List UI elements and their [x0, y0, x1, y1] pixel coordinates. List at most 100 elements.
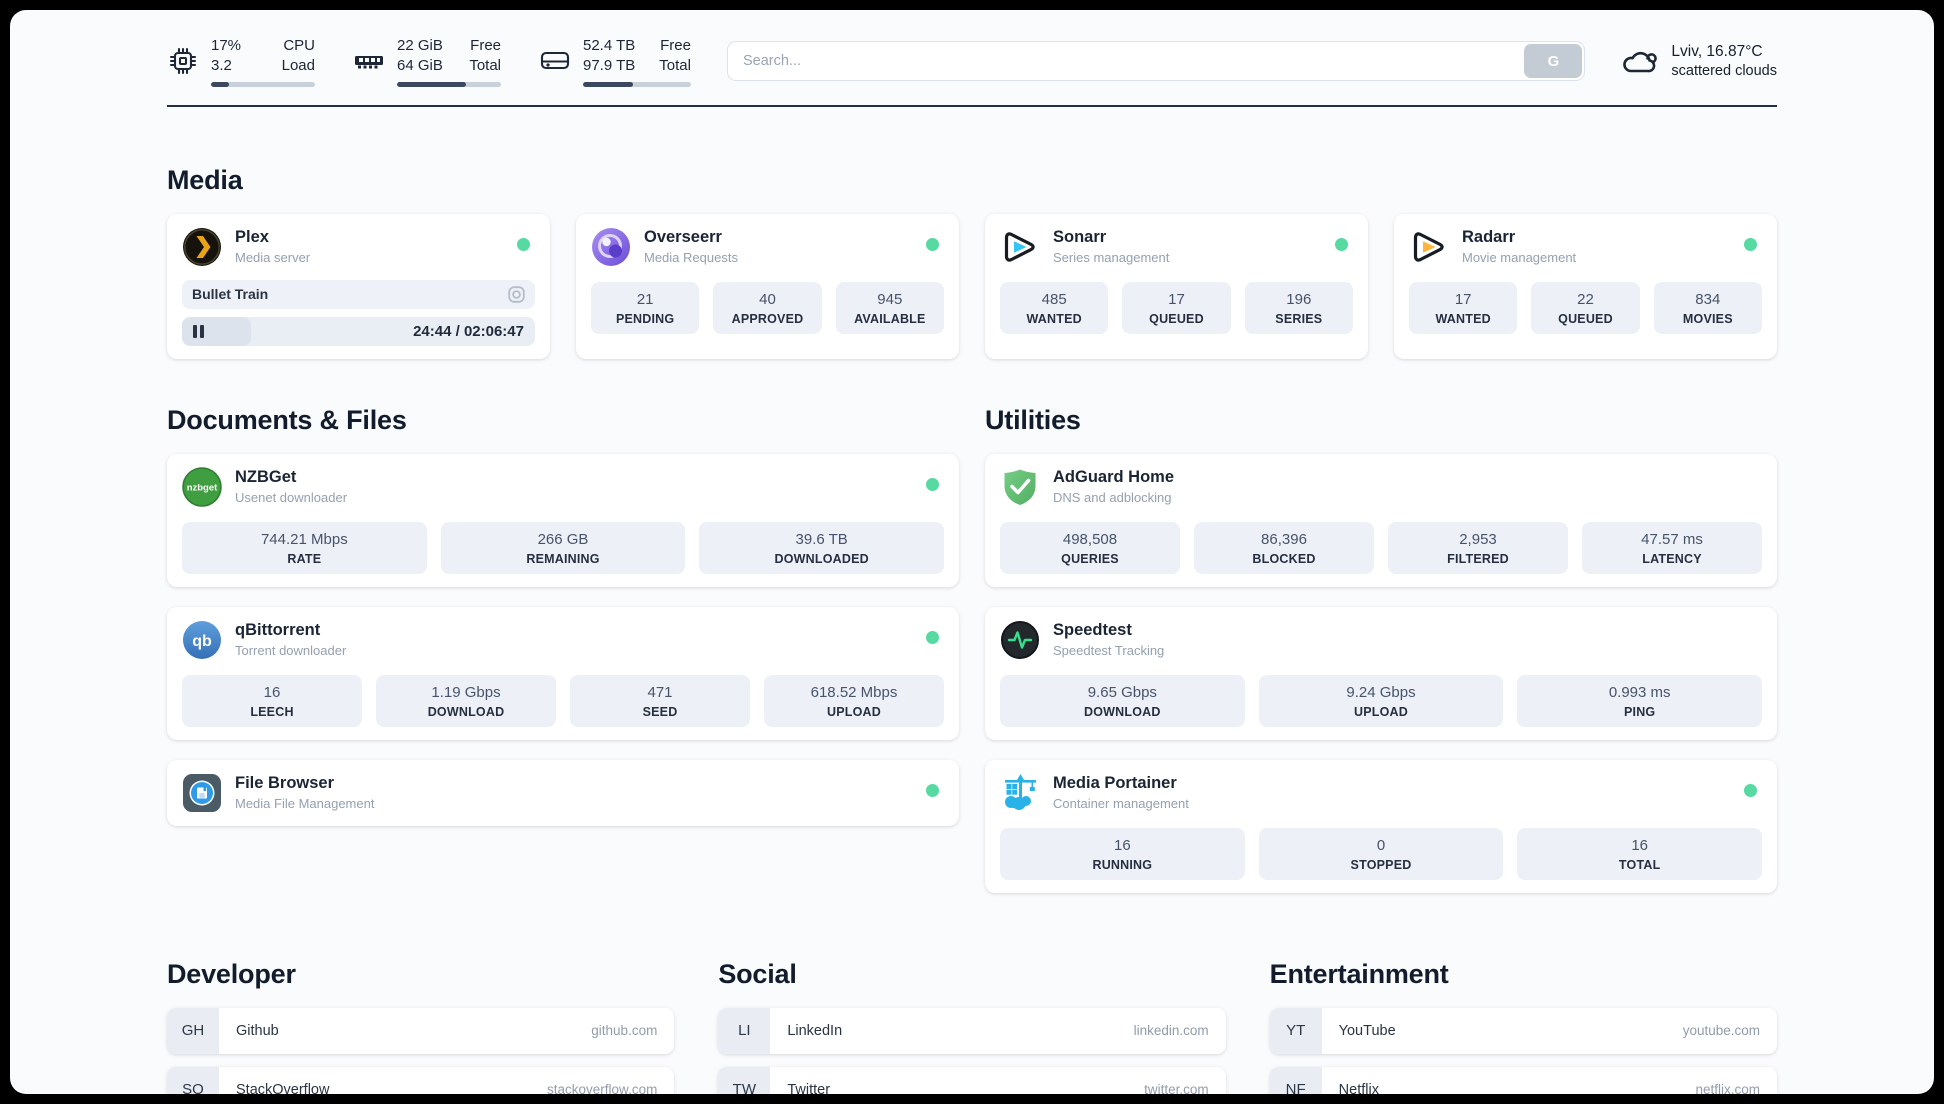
bookmark-link[interactable]: YT YouTube youtube.com [1269, 1007, 1777, 1054]
system-widget-icon [540, 52, 570, 70]
stat-label: WANTED [1026, 311, 1082, 326]
stat-box: 498,508 QUERIES [1000, 521, 1180, 574]
stat-box: 471 SEED [570, 674, 750, 727]
bookmark-link[interactable]: LI LinkedIn linkedin.com [718, 1007, 1226, 1054]
app-card-radarr[interactable]: Radarr Movie management 17 WANTED 22 QUE… [1394, 213, 1777, 359]
stat-box: 39.6 TB DOWNLOADED [699, 521, 945, 574]
widget-progress-track [583, 81, 691, 87]
app-card-portainer[interactable]: Media Portainer Container management 16 … [985, 759, 1777, 893]
app-card-speedtest[interactable]: Speedtest Speedtest Tracking 9.65 Gbps D… [985, 606, 1777, 740]
radarr-icon [1413, 231, 1444, 262]
search-engine-button[interactable]: G [1524, 44, 1583, 79]
stat-value: 0.993 ms [1608, 683, 1671, 701]
status-dot [1335, 237, 1348, 251]
widget-value-2: 64 GiB [397, 56, 443, 74]
app-card-adguard[interactable]: AdGuard Home DNS and adblocking 498,508 … [985, 453, 1777, 587]
app-card-plex[interactable]: Plex Media server Bullet Train 24:44 / 0… [167, 213, 550, 359]
stat-value: 16 [1113, 836, 1131, 854]
widget-label-2: Total [469, 56, 501, 74]
status-dot [1744, 783, 1757, 797]
pause-icon[interactable] [193, 324, 204, 338]
bookmark-abbr: NF [1269, 1066, 1322, 1094]
app-card-overseerr[interactable]: Overseerr Media Requests 21 PENDING 40 A… [576, 213, 959, 359]
app-card-qbittorrent[interactable]: qb qBittorrent Torrent downloader 16 LEE… [167, 606, 959, 740]
stat-box: 834 MOVIES [1653, 281, 1762, 334]
header-divider [167, 104, 1777, 107]
bookmark-group-entertainment: Entertainment YT YouTube youtube.com NF … [1269, 959, 1777, 1094]
widget-value-2: 97.9 TB [583, 56, 636, 74]
weather-condition: scattered clouds [1671, 63, 1777, 80]
stat-label: FILTERED [1447, 551, 1509, 566]
app-subtitle: Media server [235, 249, 311, 265]
bookmark-name: Netflix [1338, 1081, 1379, 1094]
stat-value: 9.24 Gbps [1346, 683, 1416, 701]
bookmark-link[interactable]: GH Github github.com [167, 1007, 675, 1054]
app-card-nzbget[interactable]: nzbget NZBGet Usenet downloader 744.21 M… [167, 453, 959, 587]
stat-label: SEED [642, 704, 678, 719]
widget-progress-track [211, 81, 315, 87]
search-input[interactable] [726, 41, 1586, 82]
bookmark-abbr: YT [1269, 1007, 1322, 1054]
stat-value: 39.6 TB [795, 530, 848, 548]
stat-box: 0 STOPPED [1258, 827, 1504, 880]
stat-box: 9.24 Gbps UPLOAD [1258, 674, 1504, 727]
stat-box: 744.21 Mbps RATE [182, 521, 427, 574]
stat-value: 21 [636, 290, 654, 308]
stat-box: 16 LEECH [182, 674, 362, 727]
status-dot [926, 477, 939, 491]
widget-label-2: Total [659, 56, 691, 74]
widget-label-1: CPU [283, 37, 315, 54]
stat-value: 471 [647, 683, 673, 701]
stat-label: SERIES [1275, 311, 1323, 326]
bookmark-link[interactable]: NF Netflix netflix.com [1269, 1066, 1777, 1094]
stat-box: 86,396 BLOCKED [1194, 521, 1374, 574]
stat-label: RUNNING [1092, 857, 1153, 872]
system-widget-disk: 52.4 TB 97.9 TB Free Total [539, 36, 691, 87]
stat-box: 47.57 ms LATENCY [1582, 521, 1762, 574]
bookmark-link[interactable]: SO StackOverflow stackoverflow.com [167, 1066, 675, 1094]
stat-value: 40 [759, 290, 776, 308]
bookmark-name: LinkedIn [787, 1022, 843, 1039]
app-title: qBittorrent [235, 620, 321, 639]
svg-text:nzbget: nzbget [187, 482, 218, 493]
stat-value: 266 GB [537, 530, 589, 548]
stat-value: 9.65 Gbps [1087, 683, 1157, 701]
stat-box: 17 QUEUED [1122, 281, 1231, 334]
stat-box: 1.19 Gbps DOWNLOAD [376, 674, 556, 727]
app-title: Overseerr [644, 227, 722, 246]
session-icon[interactable] [508, 285, 525, 303]
section-media: Media Plex Media server Bullet Train 24:… [167, 165, 1777, 359]
sonarr-icon [1004, 231, 1035, 262]
stat-label: BLOCKED [1252, 551, 1316, 566]
widget-value-1: 52.4 TB [583, 37, 636, 54]
adguard-icon [1004, 469, 1036, 505]
bookmark-abbr: TW [718, 1066, 771, 1094]
stat-label: QUEUED [1558, 311, 1613, 326]
app-subtitle: Media Requests [644, 249, 738, 265]
playback-progress-bar: 24:44 / 02:06:47 [182, 316, 535, 346]
widget-progress-fill [397, 81, 466, 87]
stat-box: 16 TOTAL [1517, 827, 1763, 880]
app-card-filebrowser[interactable]: File Browser Media File Management [167, 759, 959, 826]
bookmark-group-social: Social LI LinkedIn linkedin.com TW Twitt… [718, 959, 1226, 1094]
bookmark-name: YouTube [1338, 1022, 1396, 1039]
stat-label: REMAINING [526, 551, 600, 566]
stat-label: LATENCY [1642, 551, 1702, 566]
section-title-media: Media [167, 164, 243, 195]
bookmark-url: netflix.com [1695, 1082, 1760, 1094]
stat-value: 498,508 [1062, 530, 1118, 548]
app-title: NZBGet [235, 467, 297, 486]
bookmark-group-developer: Developer GH Github github.com SO StackO… [167, 959, 675, 1094]
section-documents: Documents & Files nzbget NZBGet Usenet d… [167, 405, 959, 893]
stat-value: 834 [1695, 290, 1721, 308]
widget-progress-fill [211, 81, 229, 87]
app-subtitle: DNS and adblocking [1053, 489, 1172, 505]
stat-box: 21 PENDING [591, 281, 700, 334]
now-playing-row: Bullet Train [182, 279, 535, 309]
stat-label: RATE [287, 551, 322, 566]
bookmark-abbr: LI [718, 1007, 771, 1054]
app-card-sonarr[interactable]: Sonarr Series management 485 WANTED 17 Q… [985, 213, 1368, 359]
bookmark-link[interactable]: TW Twitter twitter.com [718, 1066, 1226, 1094]
stat-box: 196 SERIES [1244, 281, 1353, 334]
section-utilities: Utilities AdGuard Home DNS and adblockin… [985, 405, 1777, 893]
